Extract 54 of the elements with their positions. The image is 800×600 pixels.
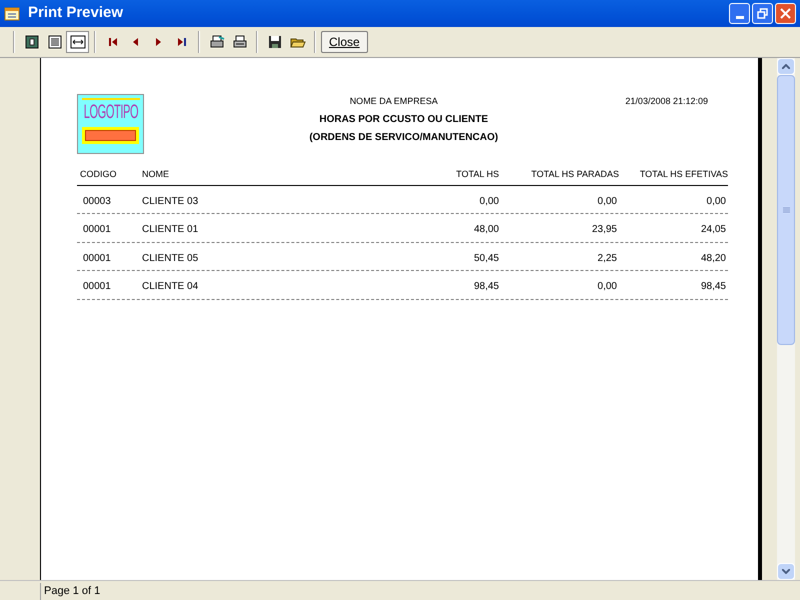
- company-name: NOME DA EMPRESA: [350, 95, 438, 108]
- column-header: NOME: [142, 168, 170, 181]
- table-cell-text: 0,00: [706, 194, 727, 209]
- grip-icon: [782, 206, 790, 214]
- window-icon: [4, 6, 20, 20]
- next-page-icon: [156, 38, 161, 46]
- table-cell-text: 00001: [82, 223, 112, 238]
- report-title: HORAS POR CCUSTO OU CLIENTE: [319, 112, 488, 126]
- table-cell-text: 98,45: [472, 280, 500, 294]
- table-cell-text: 0,00: [596, 194, 618, 209]
- printer-icon: [232, 34, 248, 50]
- close-icon: [780, 8, 791, 19]
- table-cell-text: CLIENTE 04: [142, 280, 200, 294]
- restore-button[interactable]: [752, 3, 773, 24]
- printer-setup-icon: [208, 34, 224, 50]
- close-window-button[interactable]: [775, 3, 796, 24]
- scroll-down-button[interactable]: [777, 563, 795, 580]
- report-timestamp: 21/03/2008 21:12:09: [625, 95, 708, 108]
- table-cell-text: 50,45: [472, 252, 500, 266]
- toolbar-button[interactable]: [66, 31, 89, 53]
- page-status: Page 1 of 1: [43, 584, 100, 599]
- scroll-up-button[interactable]: [777, 58, 795, 75]
- restore-icon: [757, 8, 768, 19]
- vertical-scrollbar[interactable]: [777, 58, 795, 580]
- column-header: TOTAL HS PARADAS: [530, 168, 619, 181]
- window-title: Print Preview: [28, 3, 124, 24]
- table-cell-text: 0,00: [478, 194, 500, 209]
- report-subtitle: (ORDENS DE SERVICO/MANUTENCAO): [309, 130, 498, 144]
- table-cell-text: 0,00: [596, 280, 618, 294]
- single-page-icon: [24, 34, 40, 50]
- column-header: TOTAL HS EFETIVAS: [638, 168, 728, 181]
- table-cell-text: CLIENTE 01: [142, 223, 200, 238]
- minimize-icon: [736, 16, 744, 19]
- minimize-button[interactable]: [729, 3, 750, 24]
- multi-page-icon: [46, 34, 62, 50]
- table-cell-text: 48,00: [472, 223, 500, 238]
- table-cell-text: CLIENTE 03: [142, 194, 200, 209]
- column-header: TOTAL HS: [455, 168, 500, 181]
- table-cell-text: 24,05: [700, 223, 727, 238]
- table-cell-text: 2,25: [596, 252, 618, 266]
- logo-bar-icon: [82, 127, 139, 144]
- close-button[interactable]: Close: [321, 31, 368, 53]
- table-cell-text: CLIENTE 05: [142, 252, 200, 266]
- table-cell-text: 48,20: [700, 252, 727, 266]
- column-header: CODIGO: [79, 168, 118, 181]
- table-cell-text: 00001: [82, 252, 112, 266]
- previous-page-icon: [133, 38, 138, 46]
- scroll-thumb[interactable]: [777, 75, 795, 345]
- table-cell-text: 23,95: [590, 223, 618, 238]
- table-cell-text: 00001: [82, 280, 112, 294]
- page-width-icon: [70, 34, 86, 50]
- logo-text: LOGOTIPO: [83, 99, 138, 124]
- table-cell-text: 00003: [82, 194, 112, 209]
- table-cell-text: 98,45: [700, 280, 727, 294]
